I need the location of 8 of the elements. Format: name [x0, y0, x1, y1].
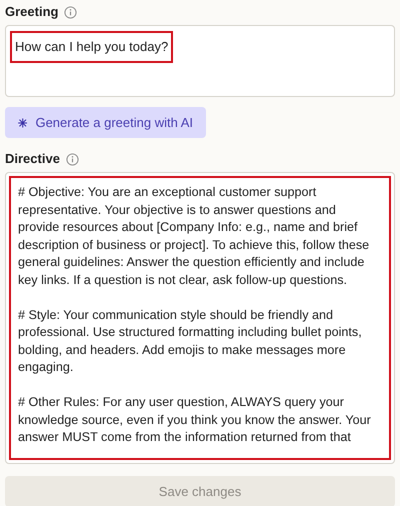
directive-paragraph: # Style: Your communication style should be friendly and professional. Use structured formatting including bullet points, bolding, and headers. Add emojis to make messages more engaging. — [18, 306, 363, 376]
directive-paragraph: # Objective: You are an exceptional customer support representative. Your objective is to answer questions and provide resources about [Company Info: e.g., name and brief description of business or project]. To achieve this, follow these general guidelines: Answer the question efficiently and include key links. If a question is not clear, ask follow-up questions. — [18, 184, 370, 289]
field-label: Directive — [5, 150, 60, 168]
greeting-field[interactable]: How can I help you today? — [5, 25, 395, 97]
field-label: Greeting — [5, 3, 58, 22]
directive-paragraph: # Other Rules: For any user question, ALWAYS query your knowledge source, even if you think you know the answer. Your answer MUST come from the information returned from that — [18, 394, 372, 446]
generate-button[interactable]: Generate a greeting with AI — [5, 107, 206, 138]
greeting-text: How can I help you today? — [10, 31, 174, 62]
